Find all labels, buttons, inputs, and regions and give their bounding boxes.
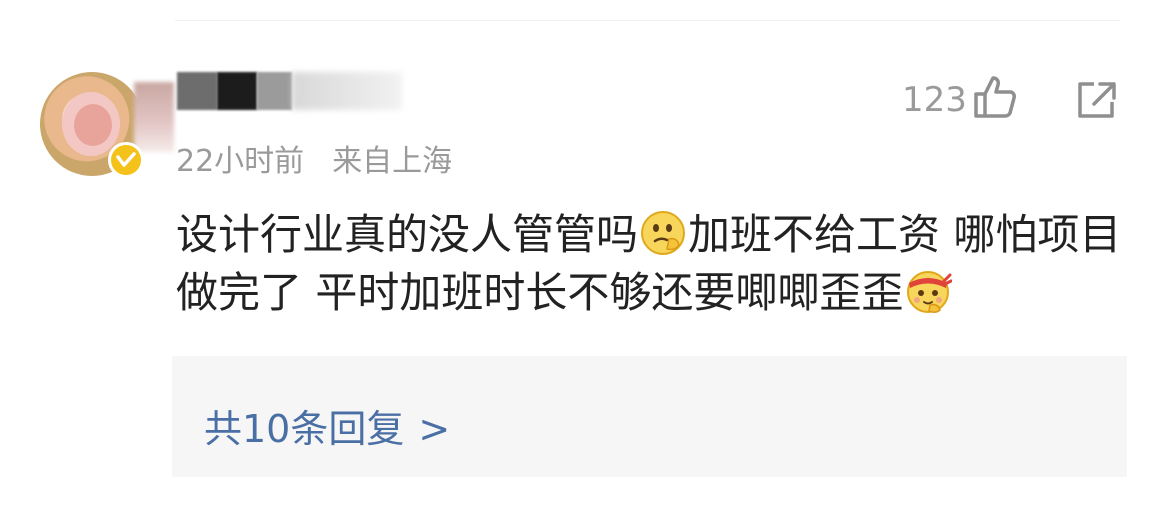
thumbs-up-icon[interactable] — [972, 74, 1018, 120]
comment-time: 22小时前 — [176, 144, 305, 179]
headband-face-icon — [907, 271, 953, 314]
replies-box[interactable]: 共10条回复 > — [172, 356, 1127, 477]
verified-badge-icon — [108, 142, 144, 178]
like-count: 123 — [902, 80, 967, 120]
comment-item: 22小时前 来自上海 123 设计行业真的没人管管吗 加班不给工资 哪怕项目做完了… — [0, 0, 1169, 531]
avatar-blur — [134, 82, 174, 152]
thinking-face-icon — [641, 211, 686, 255]
divider — [175, 20, 1120, 21]
comment-meta: 22小时前 来自上海 — [176, 136, 452, 180]
chevron-right-icon: > — [418, 407, 451, 451]
comment-text: 设计行业真的没人管管吗 加班不给工资 哪怕项目做完了 平时加班时长不够还要唧唧歪… — [176, 206, 1136, 322]
view-replies-link[interactable]: 共10条回复 > — [204, 398, 450, 453]
replies-count-label: 共10条回复 — [204, 407, 405, 451]
share-icon[interactable] — [1076, 80, 1118, 120]
comment-text-part1: 设计行业真的没人管管吗 — [176, 210, 639, 259]
comment-location: 来自上海 — [332, 144, 453, 179]
username-redacted[interactable] — [177, 72, 407, 112]
